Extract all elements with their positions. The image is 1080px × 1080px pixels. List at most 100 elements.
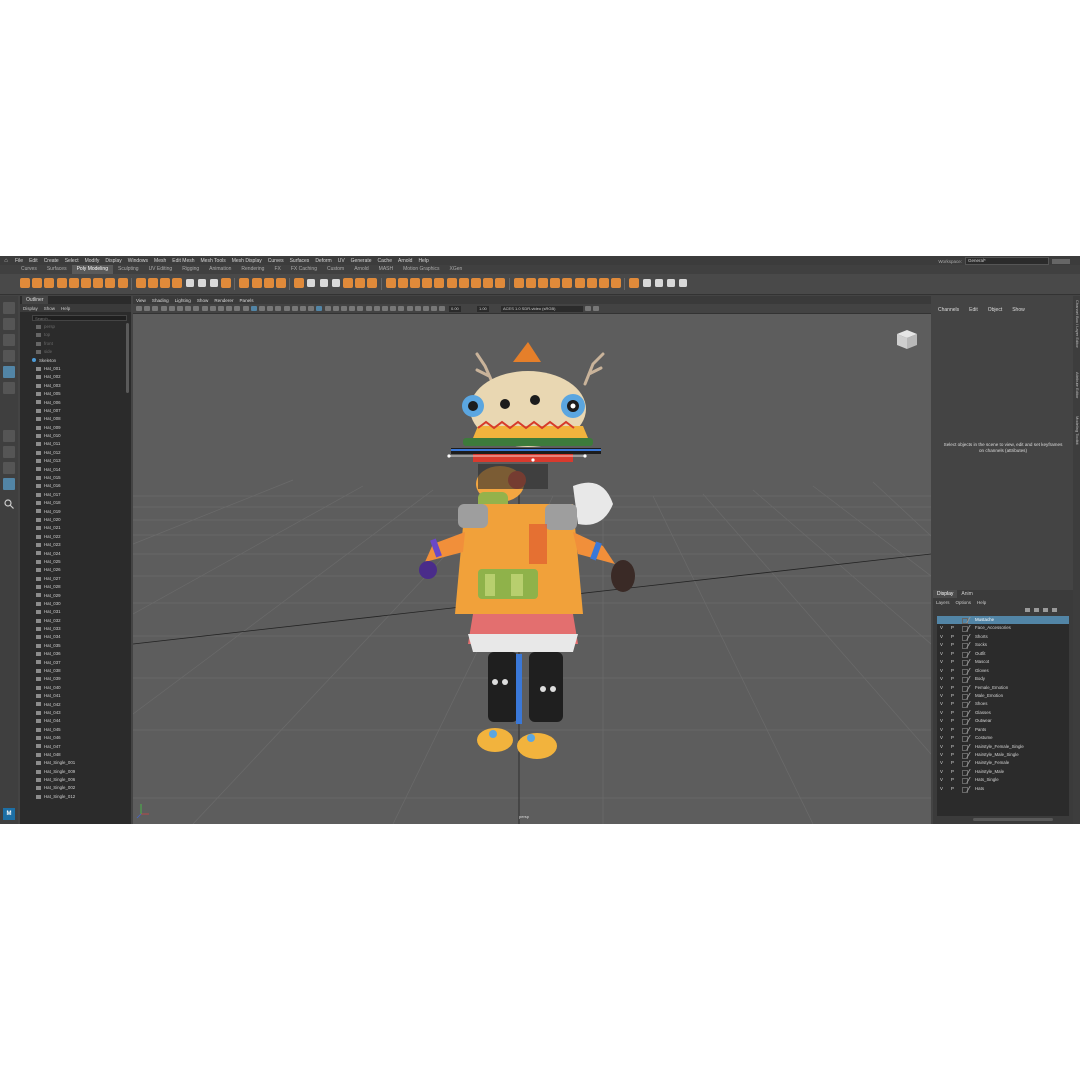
outliner-item[interactable]: Hat_039 xyxy=(20,675,124,683)
outliner-item[interactable]: Hat_024 xyxy=(20,550,124,558)
shelf-tool-icon[interactable] xyxy=(93,278,104,288)
outliner-item[interactable]: Hat_008 xyxy=(20,415,124,423)
viewport-toolbar-icon[interactable] xyxy=(439,306,446,311)
viewport-toolbar-icon[interactable] xyxy=(242,306,249,311)
layer-visibility-toggle[interactable]: V xyxy=(940,743,943,751)
shelf-tool-icon[interactable] xyxy=(135,278,146,288)
viewport-toolbar-icon[interactable] xyxy=(341,306,347,311)
layer-row[interactable]: V P Hairstyle_Male xyxy=(937,768,1069,776)
shelf-tool-icon[interactable] xyxy=(44,278,55,288)
outliner-item[interactable]: Hat_033 xyxy=(20,625,124,633)
color-space-dropdown[interactable]: ACES 1.0 SDR-video (sRGB) xyxy=(501,305,583,312)
outliner-item[interactable]: Hat_020 xyxy=(20,516,124,524)
layer-row[interactable]: V P Female_Emotion xyxy=(937,684,1069,692)
gamma-field[interactable]: 1.00 xyxy=(477,305,489,312)
viewport-toolbar-icon[interactable] xyxy=(414,306,421,311)
outliner-item[interactable]: Hat_019 xyxy=(20,508,124,516)
menu-generate[interactable]: Generate xyxy=(348,258,375,264)
layer-visibility-toggle[interactable]: V xyxy=(940,641,943,649)
shelf-tool-icon[interactable] xyxy=(471,278,481,288)
viewport-toolbar-icon[interactable] xyxy=(218,306,224,311)
single-view-layout-icon[interactable] xyxy=(3,430,15,442)
viewport-toolbar-icon[interactable] xyxy=(332,306,339,311)
shelf-tool-icon[interactable] xyxy=(367,278,378,288)
outliner-item[interactable]: Hat_026 xyxy=(20,566,124,574)
outliner-item[interactable]: Hat_046 xyxy=(20,734,124,742)
viewport-toolbar-icon[interactable] xyxy=(209,306,216,311)
layer-playback-toggle[interactable]: P xyxy=(951,734,954,742)
shelf-tool-icon[interactable] xyxy=(251,278,262,288)
move-layer-down-icon[interactable] xyxy=(1034,608,1039,612)
outliner-item[interactable]: Hat_Single_012 xyxy=(20,793,124,801)
menu-cache[interactable]: Cache xyxy=(375,258,395,264)
home-icon[interactable]: ⌂ xyxy=(0,258,12,264)
menu-curves[interactable]: Curves xyxy=(265,258,287,264)
shelf-tool-icon[interactable] xyxy=(20,278,30,288)
layer-playback-toggle[interactable]: P xyxy=(951,700,954,708)
four-view-layout-icon[interactable] xyxy=(3,446,15,458)
shelf-tab-motion-graphics[interactable]: Motion Graphics xyxy=(398,265,444,274)
outliner-item[interactable]: Hat_038 xyxy=(20,667,124,675)
outliner-layout-icon[interactable] xyxy=(3,478,15,490)
menu-mesh-display[interactable]: Mesh Display xyxy=(229,258,265,264)
tab-display[interactable]: Display xyxy=(933,590,958,598)
shelf-tool-icon[interactable] xyxy=(642,279,651,287)
viewport-toolbar-icon[interactable] xyxy=(201,306,208,311)
shelf-tool-icon[interactable] xyxy=(538,278,548,288)
layer-visibility-toggle[interactable]: V xyxy=(940,759,943,767)
select-tool-icon[interactable] xyxy=(3,302,15,314)
outliner-item[interactable]: Hat_009 xyxy=(20,424,124,432)
menu-mesh-tools[interactable]: Mesh Tools xyxy=(198,258,229,264)
layer-visibility-toggle[interactable]: V xyxy=(940,734,943,742)
layers-menu-help[interactable]: Help xyxy=(974,600,989,605)
viewport-toolbar-icon[interactable] xyxy=(390,306,397,311)
viewport-menu-lighting[interactable]: Lighting xyxy=(172,298,194,303)
workspace-dropdown[interactable]: General* xyxy=(965,257,1049,265)
layer-row[interactable]: V P Hairstyle_Male_Single xyxy=(937,751,1069,759)
shelf-tool-icon[interactable] xyxy=(586,278,597,288)
outliner-item[interactable]: Hat_031 xyxy=(20,608,124,616)
outliner-item[interactable]: Hat_040 xyxy=(20,684,124,692)
viewport-toolbar-icon[interactable] xyxy=(259,306,265,311)
shelf-tool-icon[interactable] xyxy=(32,278,43,288)
shelf-tab-fx-caching[interactable]: FX Caching xyxy=(286,265,322,274)
layer-playback-toggle[interactable]: P xyxy=(951,658,954,666)
viewport-toolbar-icon[interactable] xyxy=(585,306,591,311)
attribute-editor-tab[interactable]: Attribute Editor xyxy=(1073,372,1080,398)
menu-mesh[interactable]: Mesh xyxy=(151,258,169,264)
viewport-toolbar-icon[interactable] xyxy=(593,306,600,311)
viewport-toolbar-icon[interactable] xyxy=(193,306,200,311)
layer-visibility-toggle[interactable]: V xyxy=(940,624,943,632)
viewport-toolbar-icon[interactable] xyxy=(185,306,192,311)
shelf-tool-icon[interactable] xyxy=(385,278,396,288)
shelf-tool-icon[interactable] xyxy=(422,278,433,288)
paint-select-tool-icon[interactable] xyxy=(3,334,15,346)
outliner-item[interactable]: Hat_Single_006 xyxy=(20,776,124,784)
layer-playback-toggle[interactable]: P xyxy=(951,641,954,649)
shelf-tool-icon[interactable] xyxy=(68,278,79,288)
outliner-menu-help[interactable]: Help xyxy=(58,306,73,311)
outliner-item[interactable]: Hat_002 xyxy=(20,373,124,381)
shelf-tool-icon[interactable] xyxy=(160,278,171,288)
outliner-item[interactable]: Hat_Single_009 xyxy=(20,768,124,776)
menu-modify[interactable]: Modify xyxy=(82,258,103,264)
viewport-toolbar-icon[interactable] xyxy=(136,306,142,311)
menu-windows[interactable]: Windows xyxy=(125,258,151,264)
layer-playback-toggle[interactable]: P xyxy=(951,650,954,658)
layer-visibility-toggle[interactable]: V xyxy=(940,650,943,658)
layer-playback-toggle[interactable]: P xyxy=(951,717,954,725)
layer-row[interactable]: V P Hairstyle_Female xyxy=(937,759,1069,768)
viewport-toolbar-icon[interactable] xyxy=(324,306,331,311)
shelf-tool-icon[interactable] xyxy=(239,278,250,288)
outliner-item[interactable]: Hat_012 xyxy=(20,449,124,457)
layer-row[interactable]: V P Pants xyxy=(937,726,1069,734)
outliner-item[interactable]: Hat_034 xyxy=(20,633,124,641)
layer-row[interactable]: V P Shorts xyxy=(937,633,1069,641)
outliner-item[interactable]: Hat_021 xyxy=(20,524,124,532)
shelf-tool-icon[interactable] xyxy=(397,278,408,288)
outliner-item[interactable]: Hat_003 xyxy=(20,382,124,390)
move-tool-icon[interactable] xyxy=(3,350,15,362)
shelf-tab-xgen[interactable]: XGen xyxy=(445,265,468,274)
layer-playback-toggle[interactable]: P xyxy=(951,624,954,632)
outliner-item[interactable]: Hat_044 xyxy=(20,717,124,725)
